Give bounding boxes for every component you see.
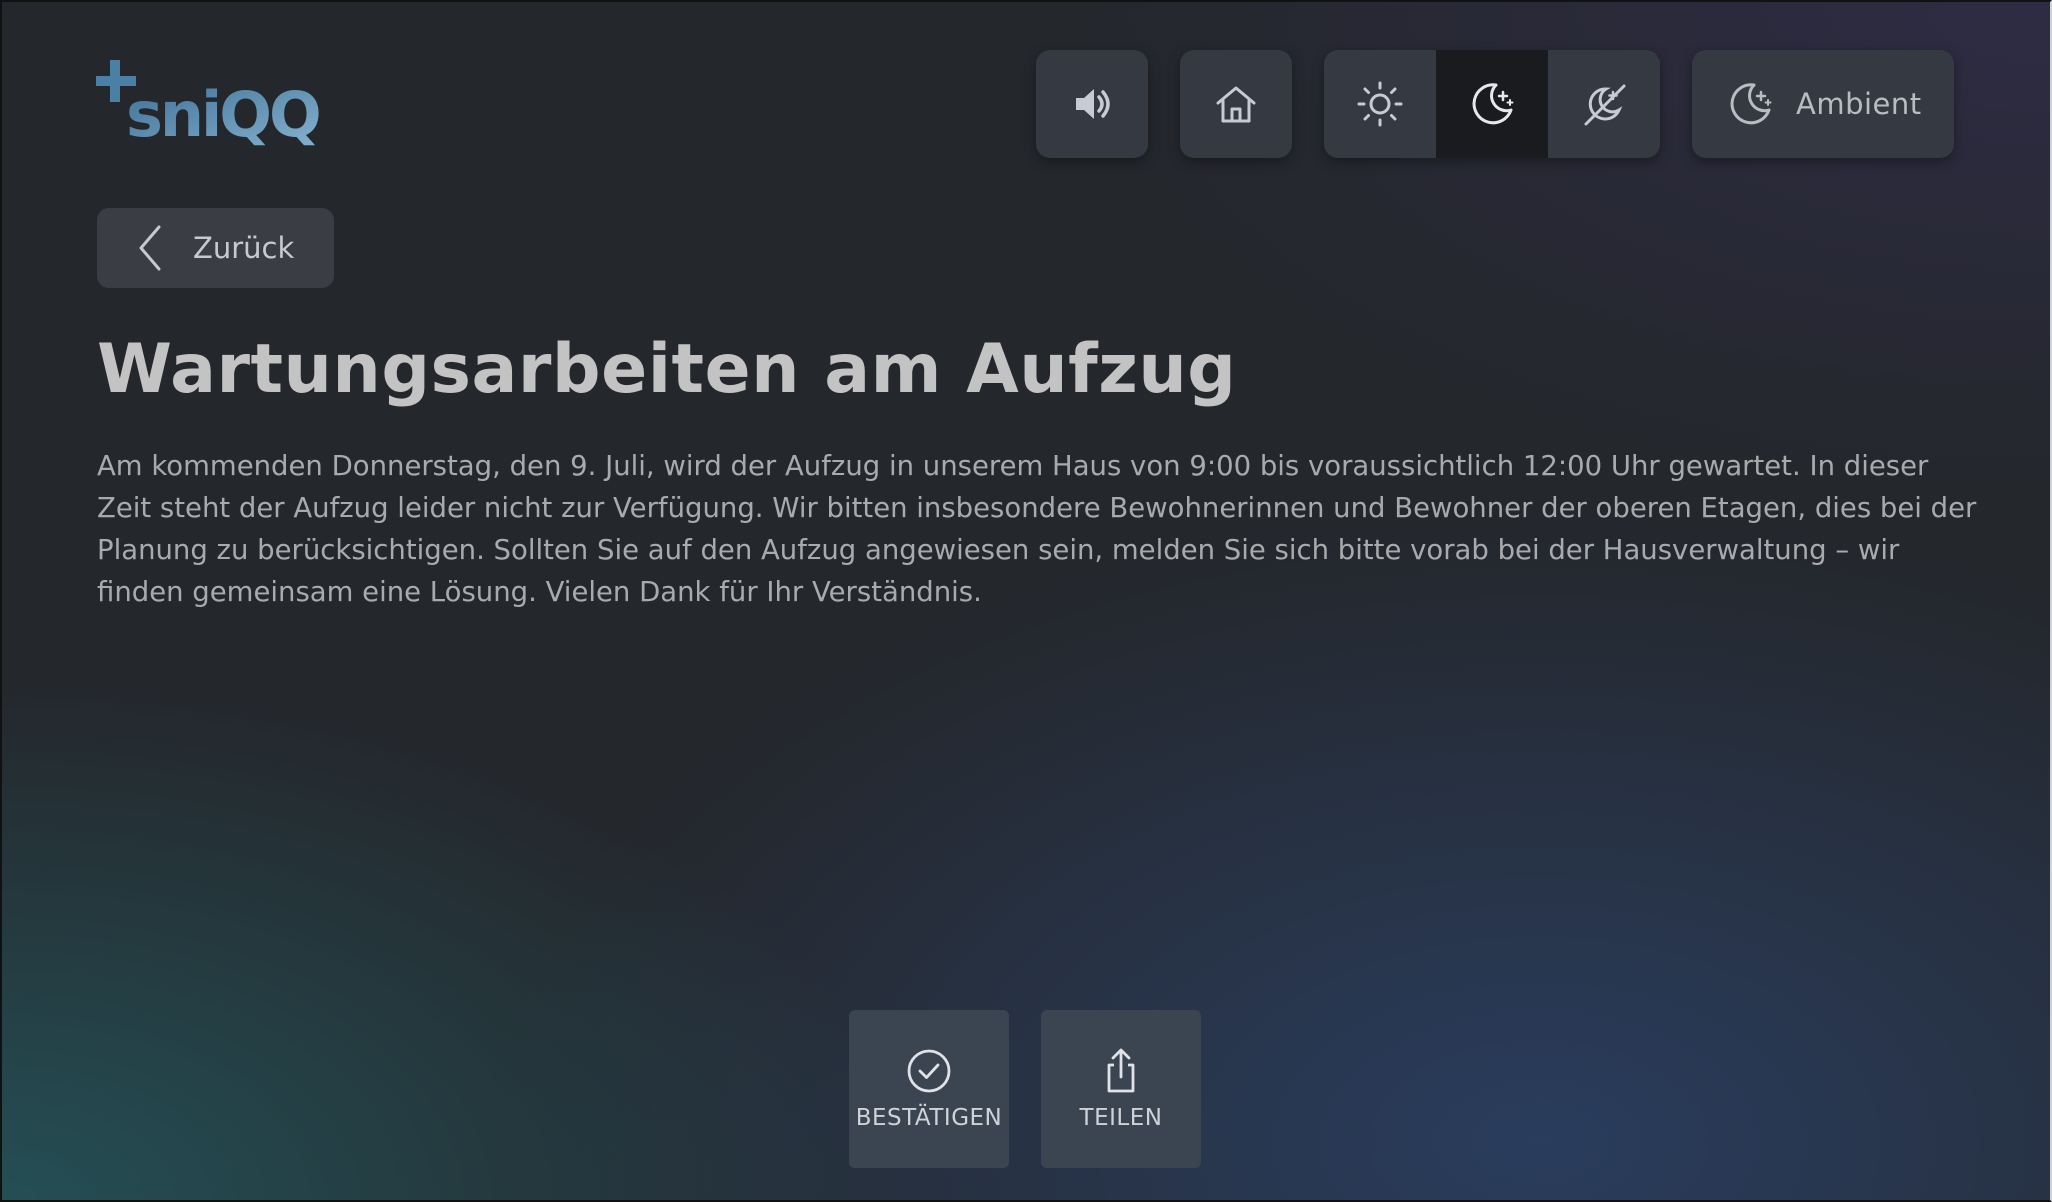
- sound-button[interactable]: [1036, 50, 1148, 158]
- auto-mode-off-button[interactable]: [1548, 50, 1660, 158]
- night-mode-button[interactable]: [1436, 50, 1548, 158]
- share-label: TEILEN: [1079, 1105, 1163, 1131]
- light-mode-button[interactable]: [1324, 50, 1436, 158]
- article-body: Am kommenden Donnerstag, den 9. Juli, wi…: [97, 450, 1977, 608]
- confirm-label: BESTÄTIGEN: [855, 1105, 1003, 1131]
- moon-stars-icon: [1730, 83, 1772, 125]
- ambient-button[interactable]: Ambient: [1692, 50, 1954, 158]
- logo-text: sniQQ: [126, 78, 319, 151]
- home-button[interactable]: [1180, 50, 1292, 158]
- share-icon: [1107, 1048, 1135, 1093]
- page-title: Wartungsarbeiten am Aufzug: [97, 330, 1237, 409]
- back-label: Zurück: [193, 231, 295, 265]
- sun-icon: [1357, 81, 1403, 127]
- share-button[interactable]: TEILEN: [1041, 1010, 1201, 1168]
- home-icon: [1216, 86, 1256, 123]
- check-circle-icon: [907, 1049, 951, 1093]
- chevron-left-icon: [139, 225, 161, 271]
- confirm-button[interactable]: BESTÄTIGEN: [849, 1010, 1009, 1168]
- theme-mode-group: [1324, 50, 1660, 158]
- moon-stars-icon: [1472, 83, 1514, 125]
- ambient-label: Ambient: [1796, 87, 1922, 121]
- speaker-icon: [1076, 89, 1110, 119]
- sniqq-logo: sniQQ: [94, 58, 342, 154]
- back-button[interactable]: Zurück: [97, 208, 334, 288]
- moon-sun-off-icon: [1584, 84, 1626, 126]
